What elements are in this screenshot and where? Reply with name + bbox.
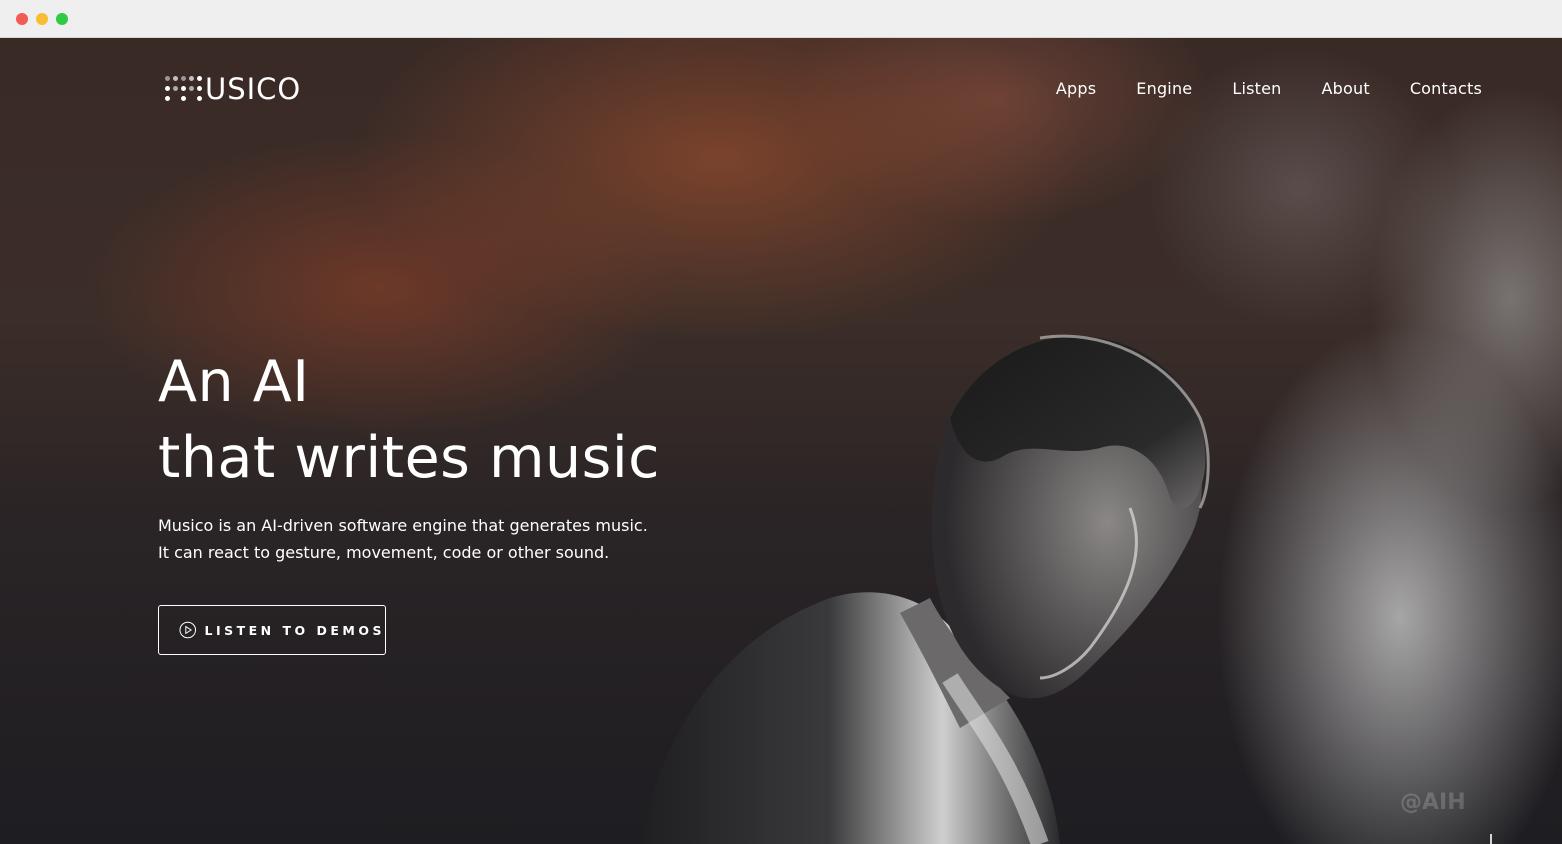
hero-headline: An AI that writes music: [158, 344, 660, 496]
nav-item-listen[interactable]: Listen: [1232, 76, 1281, 102]
nav-item-apps[interactable]: Apps: [1056, 76, 1096, 102]
dot-matrix-m-icon: [165, 76, 203, 102]
browser-chrome: [0, 0, 1562, 38]
hero-subtitle-line-1: Musico is an AI-driven software engine t…: [158, 516, 648, 535]
listen-to-demos-button[interactable]: LISTEN TO DEMOS: [158, 605, 386, 655]
hero-headline-line-1: An AI: [158, 349, 310, 415]
hero-section: USICO Apps Engine Listen About Contacts …: [0, 38, 1562, 844]
minimize-window-button[interactable]: [36, 13, 48, 25]
watermark-text: @AIH: [1400, 790, 1466, 815]
nav-item-about[interactable]: About: [1322, 76, 1370, 102]
hero-headline-line-2: that writes music: [158, 425, 661, 491]
nav-item-engine[interactable]: Engine: [1136, 76, 1192, 102]
brand-logo[interactable]: USICO: [165, 74, 301, 104]
scroll-indicator[interactable]: [1490, 834, 1492, 844]
main-nav: Apps Engine Listen About Contacts: [1056, 76, 1482, 102]
brand-logo-text: USICO: [205, 72, 302, 106]
close-window-button[interactable]: [16, 13, 28, 25]
hero-subtitle: Musico is an AI-driven software engine t…: [158, 512, 648, 566]
maximize-window-button[interactable]: [56, 13, 68, 25]
nav-item-contacts[interactable]: Contacts: [1410, 76, 1482, 102]
browser-window: USICO Apps Engine Listen About Contacts …: [0, 0, 1562, 844]
listen-to-demos-label: LISTEN TO DEMOS: [204, 622, 385, 638]
hero-subtitle-line-2: It can react to gesture, movement, code …: [158, 543, 610, 562]
play-circle-icon: [179, 621, 197, 639]
